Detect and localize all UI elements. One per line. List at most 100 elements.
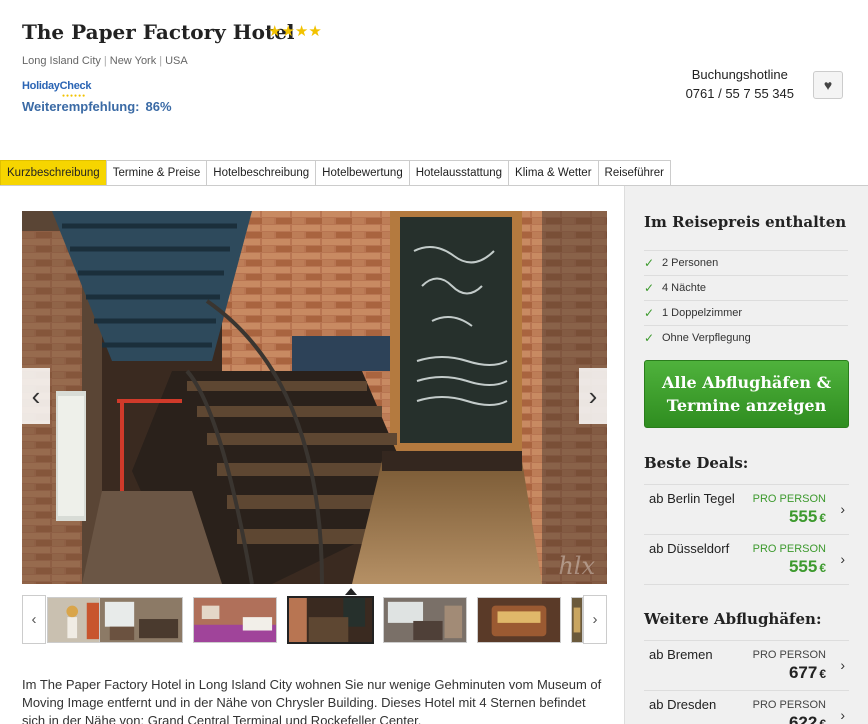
- currency: €: [819, 667, 826, 681]
- airport-per-person: PRO PERSON: [752, 699, 826, 711]
- included-item: ✓ 1 Doppelzimmer: [644, 300, 848, 325]
- tab-hotelausstattung[interactable]: Hotelausstattung: [408, 160, 510, 186]
- tab-bar: Kurzbeschreibung Termine & Preise Hotelb…: [0, 160, 671, 186]
- chevron-right-icon: ›: [840, 501, 845, 517]
- deal-price-value: 555: [788, 507, 818, 526]
- deal-per-person: PRO PERSON: [752, 543, 826, 555]
- thumbnail-image: [572, 598, 582, 642]
- active-thumbnail-indicator: [345, 588, 357, 595]
- chevron-right-icon: ›: [840, 707, 845, 723]
- cta-line-1: Alle Abflughäfen &: [661, 373, 832, 392]
- airport-price: 677 €: [789, 663, 826, 683]
- thumbnail-active[interactable]: [287, 596, 374, 644]
- tab-hotelbeschreibung[interactable]: Hotelbeschreibung: [206, 160, 317, 186]
- heart-icon: ♥: [823, 77, 833, 93]
- holidaycheck-logo: HolidayCheck: [22, 80, 92, 92]
- divider: [644, 584, 849, 585]
- hotline-number[interactable]: 0761 / 55 7 55 345: [686, 86, 794, 101]
- included-item: ✓ 4 Nächte: [644, 275, 848, 300]
- thumbnail-image: [478, 598, 560, 642]
- included-list: ✓ 2 Personen ✓ 4 Nächte ✓ 1 Doppelzimmer ✓ O…: [644, 250, 848, 350]
- airport-price-value: 677: [788, 663, 818, 682]
- chevron-right-icon: ›: [588, 381, 598, 411]
- star-rating: ★★★★: [268, 23, 322, 40]
- hotel-title: The Paper Factory Hotel: [22, 20, 295, 44]
- deal-price-value: 555: [788, 557, 818, 576]
- booking-hotline: Buchungshotline 0761 / 55 7 55 345: [686, 67, 794, 101]
- hotel-description: Im The Paper Factory Hotel in Long Islan…: [22, 677, 602, 724]
- tab-termine-preise[interactable]: Termine & Preise: [105, 160, 208, 186]
- included-item-label: 4 Nächte: [662, 282, 707, 294]
- thumbnail[interactable]: [477, 597, 561, 643]
- tab-kurzbeschreibung[interactable]: Kurzbeschreibung: [0, 160, 107, 186]
- separator: |: [103, 55, 107, 67]
- included-item-label: Ohne Verpflegung: [662, 332, 751, 344]
- thumbnail-image: [100, 598, 182, 642]
- thumbnail-strip: ‹ ›: [22, 588, 607, 644]
- chevron-left-icon: ‹: [31, 611, 37, 628]
- location-region: New York: [109, 55, 157, 67]
- location-city: Long Island City: [22, 55, 101, 67]
- thumbnail-image: [384, 598, 466, 642]
- deal-per-person: PRO PERSON: [752, 493, 826, 505]
- tab-hotelbewertung[interactable]: Hotelbewertung: [315, 160, 410, 186]
- thumbnail[interactable]: [383, 597, 467, 643]
- check-icon: ✓: [644, 331, 655, 345]
- thumbnail[interactable]: [193, 597, 277, 643]
- tab-reisefuehrer[interactable]: Reiseführer: [597, 160, 671, 186]
- check-icon: ✓: [644, 306, 655, 320]
- deal-price: 555 €: [789, 507, 826, 527]
- included-item: ✓ Ohne Verpflegung: [644, 325, 848, 350]
- recommendation-label: Weiterempfehlung:: [22, 99, 140, 114]
- airport-city: ab Dresden: [649, 697, 717, 712]
- deal-city: ab Düsseldorf: [649, 541, 730, 556]
- thumbnail-image: [194, 598, 276, 642]
- deal-price: 555 €: [789, 557, 826, 577]
- photo-gallery[interactable]: hlx ‹ ›: [22, 211, 607, 584]
- included-item-label: 1 Doppelzimmer: [662, 307, 743, 319]
- chevron-right-icon: ›: [840, 551, 845, 567]
- airport-row[interactable]: ab Bremen PRO PERSON 677 € ›: [644, 640, 849, 690]
- airport-row[interactable]: ab Dresden PRO PERSON 622 € ›: [644, 690, 849, 724]
- thumbnail[interactable]: [99, 597, 183, 643]
- airport-city: ab Bremen: [649, 647, 713, 662]
- included-heading: Im Reisepreis enthalten: [644, 213, 847, 231]
- cta-line-2: Termine anzeigen: [666, 396, 827, 415]
- photo-watermark: hlx: [558, 552, 595, 580]
- location-breadcrumb: Long Island City | New York | USA: [22, 55, 188, 67]
- thumbnails-next-button[interactable]: ›: [583, 595, 607, 644]
- best-deals-heading: Beste Deals:: [644, 454, 749, 472]
- check-icon: ✓: [644, 281, 655, 295]
- deal-city: ab Berlin Tegel: [649, 491, 735, 506]
- currency: €: [819, 511, 826, 525]
- currency: €: [819, 717, 826, 724]
- chevron-left-icon: ‹: [31, 381, 41, 411]
- gallery-next-button[interactable]: ›: [579, 368, 607, 424]
- chevron-right-icon: ›: [592, 611, 598, 628]
- deal-row[interactable]: ab Düsseldorf PRO PERSON 555 € ›: [644, 534, 849, 584]
- tab-klima-wetter[interactable]: Klima & Wetter: [508, 160, 599, 186]
- airport-price-value: 622: [788, 713, 818, 724]
- hotline-label: Buchungshotline: [691, 67, 788, 82]
- check-icon: ✓: [644, 256, 655, 270]
- thumbnail-image: [289, 598, 372, 642]
- more-airports-heading: Weitere Abflughäfen:: [644, 610, 822, 628]
- included-item-label: 2 Personen: [662, 257, 719, 269]
- included-item: ✓ 2 Personen: [644, 250, 848, 275]
- thumbnail[interactable]: [571, 597, 583, 643]
- recommendation-rate: Weiterempfehlung: 86%: [22, 99, 172, 114]
- thumbnails-prev-button[interactable]: ‹: [22, 595, 46, 644]
- currency: €: [819, 561, 826, 575]
- separator: |: [159, 55, 163, 67]
- chevron-right-icon: ›: [840, 657, 845, 673]
- airport-per-person: PRO PERSON: [752, 649, 826, 661]
- recommendation-value: 86%: [145, 99, 172, 114]
- location-country: USA: [165, 55, 188, 67]
- favorite-button[interactable]: ♥: [813, 71, 843, 99]
- main-photo: [22, 211, 607, 584]
- all-airports-button[interactable]: Alle Abflughäfen & Termine anzeigen: [644, 360, 849, 428]
- price-sidebar: Im Reisepreis enthalten ✓ 2 Personen ✓ 4 N…: [624, 186, 868, 724]
- deal-row[interactable]: ab Berlin Tegel PRO PERSON 555 € ›: [644, 484, 849, 534]
- airport-price: 622 €: [789, 713, 826, 724]
- gallery-prev-button[interactable]: ‹: [22, 368, 50, 424]
